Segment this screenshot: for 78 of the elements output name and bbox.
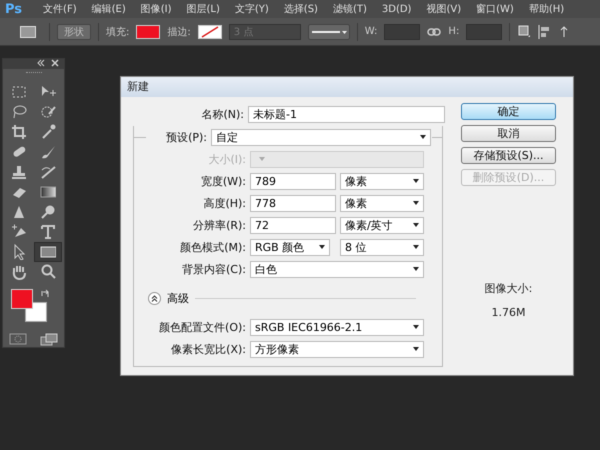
dropdown[interactable]: 像素: [340, 194, 424, 212]
input-field[interactable]: 789: [250, 172, 336, 190]
gradient-icon: [40, 184, 56, 200]
width-label: W:: [364, 26, 378, 37]
input-field[interactable]: 72: [250, 216, 336, 234]
field-label: 名称(N):: [200, 106, 244, 122]
menu-item[interactable]: 文字(Y): [228, 2, 276, 16]
history-brush-icon: [40, 164, 56, 180]
dialog-title: 新建: [121, 77, 573, 97]
hand-icon: [11, 264, 27, 280]
field-label: 分辨率(R):: [192, 218, 246, 232]
image-size-value: 1.76M: [490, 306, 526, 319]
app-logo: Ps: [5, 2, 22, 16]
dropdown[interactable]: sRGB IEC61966-2.1: [250, 318, 424, 336]
dropdown[interactable]: 自定: [211, 128, 431, 146]
field-label: 预设(P):: [165, 130, 207, 144]
field-label: 颜色模式(M):: [179, 240, 246, 254]
field-label: 宽度(W):: [200, 174, 246, 188]
zoom-icon: [40, 264, 56, 280]
quick-mask-icon: [9, 333, 28, 345]
menu-item[interactable]: 图层(L): [180, 2, 227, 16]
arrange-icon: [559, 24, 570, 38]
menu-item[interactable]: 滤镜(T): [326, 2, 374, 16]
dropdown[interactable]: 像素/英寸: [340, 216, 424, 234]
tool-button[interactable]: [34, 242, 62, 262]
collapse-icon: [37, 59, 45, 67]
advanced-toggle[interactable]: [148, 292, 161, 304]
fill-swatch[interactable]: [136, 24, 160, 38]
type-icon: [40, 224, 56, 240]
triangle-icon: [11, 204, 27, 220]
input-field[interactable]: 778: [250, 194, 336, 212]
width-field[interactable]: [384, 24, 420, 40]
close-icon: [51, 59, 59, 67]
height-label: H:: [448, 26, 460, 37]
link-icon: [427, 26, 442, 36]
stamp-icon: [11, 164, 27, 180]
collapse-chevron-icon: [151, 294, 158, 302]
dialog-button[interactable]: 取消: [461, 125, 556, 142]
image-size-label: 图像大小:: [484, 281, 534, 296]
eyedropper-icon: [40, 124, 56, 140]
screen-mode-icon: [40, 333, 58, 347]
no-stroke-swatch: [198, 24, 222, 38]
section-label: 高级: [167, 290, 189, 306]
field-label: 高度(H):: [202, 196, 246, 210]
height-field[interactable]: [466, 24, 502, 40]
dropdown[interactable]: 8 位: [340, 238, 424, 256]
menu-item[interactable]: 文件(F): [36, 2, 84, 16]
marquee-icon: [11, 84, 27, 100]
line-style-select: [308, 24, 350, 40]
path-operations-icon: [517, 24, 532, 38]
dropdown[interactable]: 方形像素: [250, 340, 424, 358]
dropdown[interactable]: 白色: [250, 260, 424, 278]
field-label: 颜色配置文件(O):: [158, 320, 246, 334]
menu-item[interactable]: 帮助(H): [522, 2, 572, 16]
menu-item[interactable]: 窗口(W): [469, 2, 521, 16]
lasso-icon: [11, 104, 27, 120]
menu-item[interactable]: 图像(I): [134, 2, 178, 16]
field-label: 背景内容(C):: [181, 262, 246, 276]
field-label: 大小(I):: [207, 152, 246, 166]
dropdown[interactable]: RGB 颜色: [250, 238, 330, 256]
menu-item[interactable]: 视图(V): [419, 2, 468, 16]
crop-icon: [11, 124, 27, 140]
menu-item[interactable]: 3D(D): [374, 4, 418, 14]
swap-icon: [41, 288, 51, 299]
menu-item[interactable]: 选择(S): [276, 2, 325, 16]
menu-item[interactable]: 编辑(E): [84, 2, 133, 16]
dropdown[interactable]: 像素: [340, 172, 424, 190]
dialog-button[interactable]: 确定: [461, 103, 556, 120]
pen-icon: [11, 224, 27, 240]
dialog-button[interactable]: 存储预设(S)...: [461, 147, 556, 164]
fill-label: 填充:: [106, 26, 130, 38]
input-field[interactable]: 未标题-1: [248, 106, 445, 122]
rectangle-icon: [20, 26, 36, 38]
brush-selection-icon: [40, 104, 56, 120]
stroke-label: 描边:: [167, 26, 191, 38]
field-label: 像素长宽比(X):: [170, 342, 246, 356]
color-swatches-drawing[interactable]: [11, 288, 49, 323]
magnifier-icon: [40, 204, 56, 220]
